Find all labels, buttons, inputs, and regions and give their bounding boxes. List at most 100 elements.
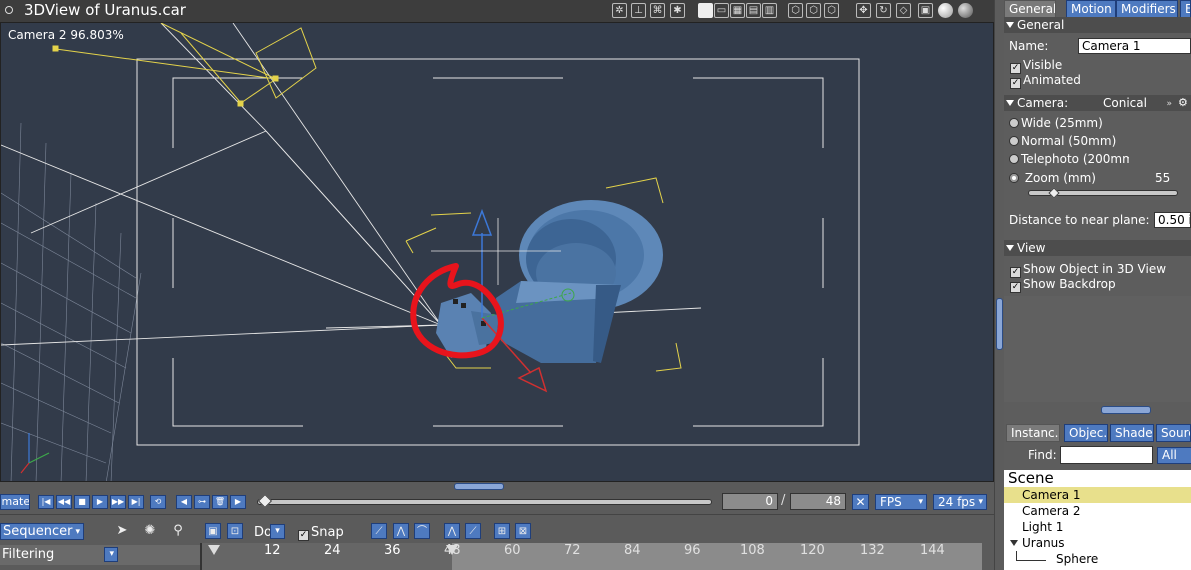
total-frames-field[interactable]: 48 <box>790 493 846 510</box>
fps-value: 24 fps <box>938 495 976 509</box>
chevron-down-icon: » <box>1166 99 1172 109</box>
camera-type-dropdown[interactable]: Conical » <box>1088 95 1172 111</box>
lens-normal-radio[interactable]: Normal (50mm) <box>1009 134 1116 148</box>
fps-mode-dropdown[interactable]: FPS ▾ <box>875 494 927 510</box>
sun-icon[interactable]: ✺ <box>142 523 158 539</box>
tree-row-sphere[interactable]: Sphere <box>1004 551 1191 567</box>
fps-value-dropdown[interactable]: 24 fps ▾ <box>933 494 987 510</box>
move-icon[interactable]: ✥ <box>856 3 871 18</box>
three-views-icon[interactable]: ▤ <box>746 3 761 18</box>
timeline-scrubber[interactable] <box>257 493 712 509</box>
prev-key-button[interactable]: ◀ <box>176 495 192 509</box>
rotate-icon[interactable]: ↻ <box>876 3 891 18</box>
shaded-sphere-icon[interactable] <box>938 3 953 18</box>
ruler-label: 144 <box>920 543 945 558</box>
select-arrow-icon[interactable]: ➤ <box>114 523 130 539</box>
visible-checkbox[interactable]: ✓ Visible <box>1010 58 1062 74</box>
curve-in-icon[interactable]: ⋀ <box>444 523 460 539</box>
3d-viewport[interactable]: Camera 2 96.803% <box>0 22 994 482</box>
keys-icon[interactable]: ⊞ <box>494 523 510 539</box>
next-key-button[interactable]: ▶ <box>230 495 246 509</box>
go-start-button[interactable]: |◀ <box>38 495 54 509</box>
name-field[interactable]: Camera 1 <box>1078 38 1191 54</box>
panel-splitter[interactable] <box>994 0 1004 570</box>
tab-shaders[interactable]: Shade. <box>1110 424 1154 442</box>
play-button[interactable]: ▶ <box>92 495 108 509</box>
general-section-header[interactable]: General <box>1004 17 1191 33</box>
filtering-dropdown[interactable]: ▾ <box>104 547 118 562</box>
two-views-icon[interactable]: ▭ <box>714 3 729 18</box>
lens-telephoto-radio[interactable]: Telephoto (200mm <box>1009 152 1129 166</box>
curve-linear-icon[interactable]: ⟋ <box>371 523 387 539</box>
solid-cube-icon[interactable]: ▣ <box>918 3 933 18</box>
current-frame-field[interactable]: 0 <box>722 493 778 510</box>
layout-alt-icon[interactable]: ▥ <box>762 3 777 18</box>
tab-objects[interactable]: Objec. <box>1064 424 1108 442</box>
keys-all-icon[interactable]: ⊠ <box>515 523 531 539</box>
show-object-checkbox[interactable]: ✓ Show Object in 3D View <box>1010 262 1166 278</box>
window-menu-icon[interactable] <box>5 6 13 14</box>
filter-dropdown[interactable]: All <box>1157 447 1191 464</box>
timeline-ruler[interactable]: 12 24 36 48 60 72 84 96 108 120 132 144 <box>200 543 982 570</box>
lens-wide-radio[interactable]: Wide (25mm) <box>1009 116 1103 130</box>
flat-mode-icon[interactable]: ⬡ <box>824 3 839 18</box>
lights-icon[interactable]: ✲ <box>612 3 627 18</box>
lens-zoom-radio[interactable]: Zoom (mm) <box>1009 171 1096 185</box>
tab-modifiers[interactable]: Modifiers <box>1116 0 1178 18</box>
tree-row-light-1[interactable]: Light 1 <box>1004 519 1191 535</box>
viewport-resize-grip[interactable] <box>454 483 504 490</box>
tree-row-scene[interactable]: Scene <box>1004 470 1191 488</box>
tab-e[interactable]: E <box>1180 0 1191 18</box>
delete-key-button[interactable]: 🗑 <box>212 495 228 509</box>
scale-cube-icon[interactable]: ◇ <box>896 3 911 18</box>
snap-checkbox[interactable]: ✓ Snap <box>298 525 344 541</box>
animated-checkbox[interactable]: ✓ Animated <box>1010 73 1081 89</box>
tree-row-uranus[interactable]: Uranus <box>1004 535 1191 551</box>
rendered-sphere-icon[interactable] <box>958 3 973 18</box>
lens-normal-label: Normal (50mm) <box>1021 134 1117 148</box>
timeline-scrubber-thumb[interactable] <box>257 493 273 509</box>
fit-view-icon[interactable]: ▣ <box>205 523 221 539</box>
tab-sources[interactable]: Sourc <box>1156 424 1191 442</box>
view-section-header[interactable]: View <box>1004 240 1191 256</box>
key-button[interactable]: ⊶ <box>194 495 210 509</box>
zoom-magnifier-icon[interactable]: ⚲ <box>170 523 186 539</box>
fast-forward-button[interactable]: ▶▶ <box>110 495 126 509</box>
camera-rig-icon[interactable]: ⌘ <box>650 3 665 18</box>
do-dropdown[interactable]: ▾ <box>270 524 285 539</box>
panel-resize-grip[interactable] <box>1101 406 1151 414</box>
zoom-slider-thumb[interactable] <box>1048 187 1060 199</box>
animate-button[interactable]: Animate <box>0 494 30 510</box>
zoom-slider[interactable] <box>1028 187 1178 199</box>
four-views-icon[interactable]: ▦ <box>730 3 745 18</box>
wire-mode-icon[interactable]: ⬡ <box>806 3 821 18</box>
sequencer-mode-dropdown[interactable]: Sequencer ▾ <box>0 523 84 540</box>
tripod-icon[interactable]: ⊥ <box>631 3 646 18</box>
stop-button[interactable]: ■ <box>74 495 90 509</box>
tree-row-camera-1[interactable]: Camera 1 <box>1004 487 1191 503</box>
rewind-button[interactable]: ◀◀ <box>56 495 72 509</box>
panel-splitter-handle[interactable] <box>996 298 1003 350</box>
tab-general[interactable]: General <box>1004 0 1056 18</box>
tab-instances[interactable]: Instanc. <box>1006 424 1060 442</box>
near-plane-field[interactable]: 0.50 in <box>1154 212 1191 228</box>
start-marker-icon[interactable] <box>208 545 220 555</box>
end-marker-icon[interactable] <box>446 545 458 555</box>
single-view-icon[interactable] <box>698 3 713 18</box>
loop-button[interactable]: ⟲ <box>150 495 166 509</box>
ruler-label: 96 <box>684 543 701 558</box>
show-backdrop-checkbox[interactable]: ✓ Show Backdrop <box>1010 277 1116 293</box>
render-icon[interactable]: ✱ <box>670 3 685 18</box>
curve-out-icon[interactable]: ⟋ <box>465 523 481 539</box>
settings-gear-icon[interactable]: ⚙ <box>1178 96 1188 109</box>
find-input[interactable] <box>1060 446 1153 464</box>
tab-motion[interactable]: Motion <box>1066 0 1116 18</box>
curve-smooth-icon[interactable]: ⌒ <box>414 523 430 539</box>
tree-row-camera-2[interactable]: Camera 2 <box>1004 503 1191 519</box>
frame-view-icon[interactable]: ⊡ <box>227 523 243 539</box>
go-end-button[interactable]: ▶| <box>128 495 144 509</box>
expand-triangle-icon[interactable] <box>1010 540 1018 546</box>
close-x-icon[interactable]: ✕ <box>852 494 869 510</box>
curve-peak-icon[interactable]: ⋀ <box>393 523 409 539</box>
box-mode-icon[interactable]: ⬡ <box>788 3 803 18</box>
